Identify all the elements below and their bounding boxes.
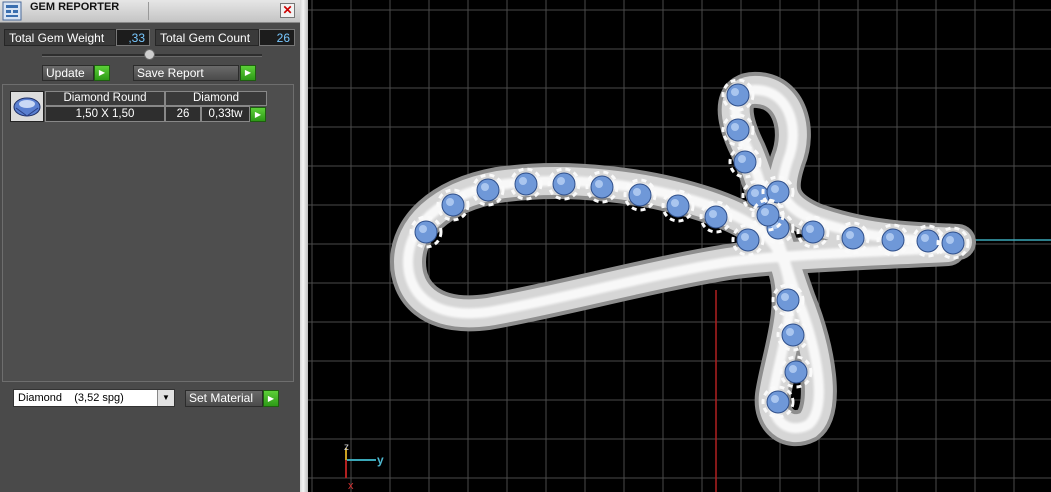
gem[interactable] [841,226,865,250]
gem-shape-header: Diamond Round [45,91,165,106]
gem[interactable] [590,175,614,199]
title-divider [148,2,149,20]
gem[interactable] [881,228,905,252]
gem-highlight [771,185,779,193]
update-button[interactable]: Update [42,65,94,81]
gem[interactable] [776,288,800,312]
gem[interactable] [666,194,690,218]
gem[interactable] [552,172,576,196]
gem[interactable] [746,184,770,208]
close-button[interactable]: ✕ [280,3,295,18]
gem-highlight [709,210,717,218]
gem-size-cell: 1,50 X 1,50 [45,106,165,122]
gem[interactable] [781,323,805,347]
gem-highlight [846,231,854,239]
panel-titlebar[interactable]: GEM REPORTER ✕ [0,0,300,23]
diamond-round-icon[interactable] [10,91,44,122]
total-gem-count-label: Total Gem Count [155,29,259,46]
gem-reporter-icon [2,1,22,21]
gem-highlight [633,188,641,196]
gem-highlight [519,177,527,185]
gem-highlight [741,233,749,241]
gem-highlight [731,123,739,131]
gem-highlight [557,177,565,185]
gem[interactable] [476,178,500,202]
material-select[interactable]: Diamond (3,52 spg) ▼ [13,389,175,407]
gem[interactable] [704,205,728,229]
gem-highlight [419,225,427,233]
3d-viewport[interactable]: z y x [308,0,1051,492]
axis-y-label: y [377,453,384,467]
gem[interactable] [441,193,465,217]
chevron-down-icon[interactable]: ▼ [157,390,174,406]
gem-list [2,84,294,382]
gem-reporter-panel: GEM REPORTER ✕ Total Gem Weight ,33 Tota… [0,0,300,492]
gem-count-cell: 26 [165,106,201,122]
gem-highlight [738,155,746,163]
gem-highlight [781,293,789,301]
viewport-canvas: z y x [308,0,1051,492]
gem-highlight [751,189,759,197]
material-select-value: Diamond (3,52 spg) [18,392,124,404]
panel-slider-handle[interactable] [144,49,155,60]
axis-x-label: x [348,480,354,492]
gem[interactable] [733,150,757,174]
panel-title: GEM REPORTER [30,1,120,13]
gem[interactable] [766,390,790,414]
gem-material-header: Diamond [165,91,267,106]
gem-highlight [789,365,797,373]
gem[interactable] [801,220,825,244]
gem-highlight [446,198,454,206]
gem-highlight [786,328,794,336]
set-material-button[interactable]: Set Material [185,390,263,407]
gem[interactable] [414,220,438,244]
gem-highlight [481,183,489,191]
gem[interactable] [756,203,780,227]
gem-highlight [671,199,679,207]
gem-highlight [595,180,603,188]
total-gem-count-value: 26 [259,29,295,46]
gem-highlight [806,225,814,233]
save-report-go-icon[interactable]: ▶ [240,65,256,81]
gem-highlight [921,234,929,242]
gem[interactable] [941,231,965,255]
gem-highlight [771,395,779,403]
gem[interactable] [514,172,538,196]
gem-highlight [886,233,894,241]
gem[interactable] [736,228,760,252]
gem[interactable] [726,118,750,142]
gem-highlight [731,88,739,96]
gem[interactable] [784,360,808,384]
axis-z-label: z [344,442,349,453]
ring-model[interactable] [390,71,976,447]
total-gem-weight-value: ,33 [116,29,150,46]
gem-highlight [946,236,954,244]
panel-splitter[interactable] [300,0,308,492]
save-report-button[interactable]: Save Report [133,65,239,81]
total-gem-weight-label: Total Gem Weight [4,29,116,46]
gem-row-go-icon[interactable]: ▶ [250,107,266,122]
update-go-icon[interactable]: ▶ [94,65,110,81]
gem-highlight [761,208,769,216]
gem-weight-cell: 0,33tw [201,106,250,122]
gem[interactable] [916,229,940,253]
axis-gizmo: z y x [344,442,384,492]
gem[interactable] [726,83,750,107]
set-material-go-icon[interactable]: ▶ [263,390,279,407]
gem[interactable] [628,183,652,207]
